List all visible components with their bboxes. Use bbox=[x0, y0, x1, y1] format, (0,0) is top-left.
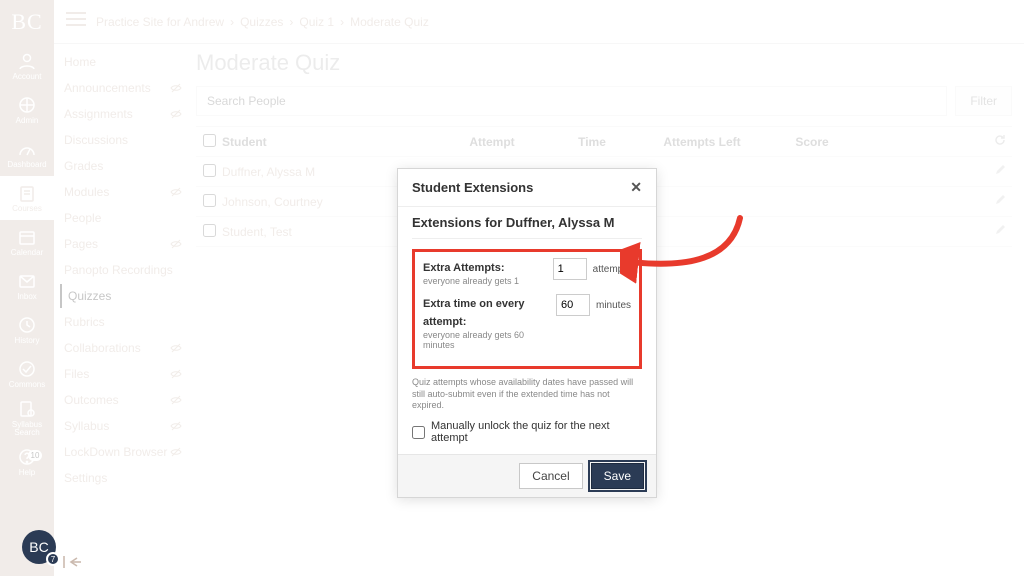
manual-unlock-row[interactable]: Manually unlock the quiz for the next at… bbox=[412, 420, 642, 444]
extra-attempts-input[interactable] bbox=[553, 258, 587, 280]
save-button[interactable]: Save bbox=[591, 463, 644, 489]
extra-attempts-label: Extra Attempts: bbox=[423, 262, 505, 274]
extra-time-input[interactable] bbox=[556, 294, 590, 316]
highlighted-inputs-box: Extra Attempts: everyone already gets 1 … bbox=[412, 249, 642, 369]
cancel-button[interactable]: Cancel bbox=[519, 463, 582, 489]
extra-attempts-unit: attempts bbox=[593, 264, 631, 275]
avatar-badge: 7 bbox=[46, 552, 60, 566]
manual-unlock-checkbox[interactable] bbox=[412, 426, 425, 439]
extra-time-label: Extra time on every attempt: bbox=[423, 298, 525, 328]
manual-unlock-label: Manually unlock the quiz for the next at… bbox=[431, 420, 642, 444]
collapse-nav-icon[interactable] bbox=[60, 552, 84, 572]
modal-header: Student Extensions bbox=[412, 180, 533, 195]
avatar[interactable]: BC 7 bbox=[22, 530, 56, 564]
extra-time-sublabel: everyone already gets 60 minutes bbox=[423, 330, 556, 350]
student-extensions-modal: Student Extensions ✕ Extensions for Duff… bbox=[397, 168, 657, 498]
modal-title: Extensions for Duffner, Alyssa M bbox=[412, 215, 642, 239]
extra-time-unit: minutes bbox=[596, 300, 631, 311]
avatar-text: BC bbox=[29, 539, 48, 555]
extra-attempts-sublabel: everyone already gets 1 bbox=[423, 276, 519, 286]
modal-note: Quiz attempts whose availability dates h… bbox=[412, 377, 642, 412]
close-icon[interactable]: ✕ bbox=[630, 179, 642, 196]
